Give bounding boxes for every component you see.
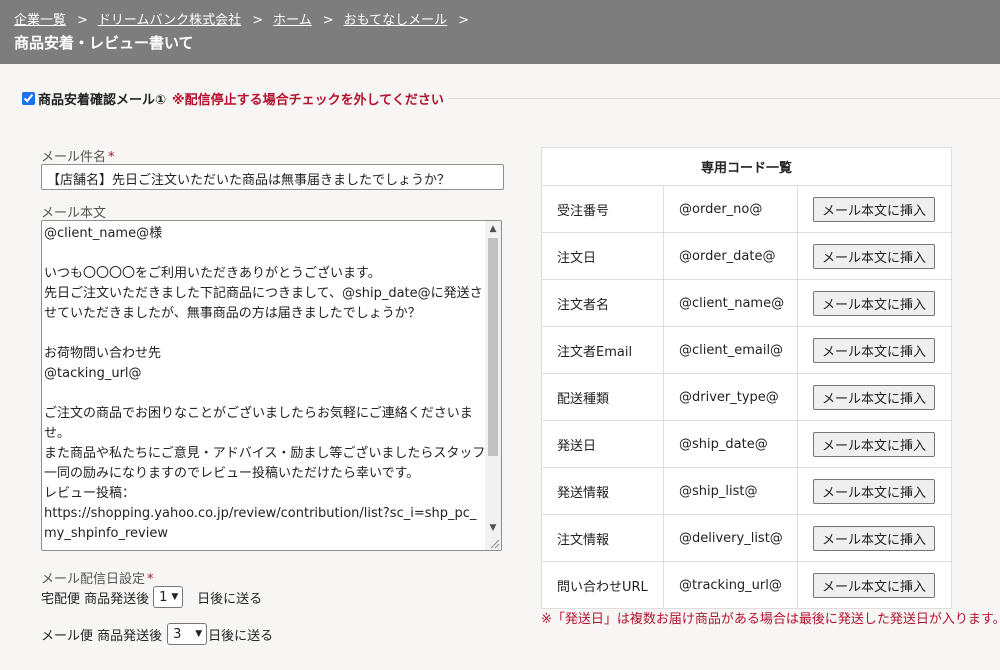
takuhai-suffix: 日後に送る [197,591,263,607]
delivery-label: メール配信日設定 * [41,568,154,587]
subject-input[interactable]: 【店舗名】先日ご注文いただいた商品は無事届きましたでしょうか？ [41,164,504,190]
code-value: @driver_type@ [663,373,798,421]
takuhai-delivery-row: 宅配便 商品発送後 1 ▼ 日後に送る [41,586,262,608]
code-value: @ship_date@ [663,420,798,468]
required-mark: * [108,150,115,165]
breadcrumb-separator: > [252,13,264,28]
code-insert-cell: メール本文に挿入 [797,279,952,327]
code-insert-cell: メール本文に挿入 [797,561,952,609]
code-value: @delivery_list@ [663,514,798,562]
table-row: 配送種類 @driver_type@ メール本文に挿入 [541,373,952,421]
code-name: 問い合わせURL [541,561,664,609]
body-textarea[interactable]: @client_name@様 いつも〇〇〇〇をご利用いただきありがとうございます… [41,220,502,551]
table-row: 注文情報 @delivery_list@ メール本文に挿入 [541,514,952,562]
code-name: 受注番号 [541,185,664,233]
insert-into-body-button[interactable]: メール本文に挿入 [813,337,935,363]
table-row: 問い合わせURL @tracking_url@ メール本文に挿入 [541,561,952,609]
code-name: 発送日 [541,420,664,468]
code-value: @tracking_url@ [663,561,798,609]
page-title: 商品安着・レビュー書いて [14,34,194,52]
breadcrumb-link-home[interactable]: ホーム [273,13,312,28]
insert-into-body-button[interactable]: メール本文に挿入 [813,290,935,316]
resize-grip-icon[interactable] [488,537,500,549]
delivery-label-text: メール配信日設定 [41,572,146,587]
code-table-body: 受注番号 @order_no@ メール本文に挿入 注文日 @order_date@ メール… [541,185,952,609]
code-table-header: 専用コード一覧 [541,147,952,186]
scroll-down-arrow-icon[interactable]: ▼ [485,520,501,536]
insert-into-body-button[interactable]: メール本文に挿入 [813,384,935,410]
code-table: 専用コード一覧 受注番号 @order_no@ メール本文に挿入 注文日 @order_… [541,147,952,609]
ship-date-note: ※「発送日」は複数お届け商品がある場合は最後に発送した発送日が入ります。 [541,612,1000,627]
scroll-up-arrow-icon[interactable]: ▲ [485,221,501,237]
code-name: 注文者名 [541,279,664,327]
takuhai-days-value: 1 [159,589,168,605]
insert-into-body-button[interactable]: メール本文に挿入 [813,243,935,269]
mail-enable-row: 商品安着確認メール① ※配信停止する場合チェックを外してください [20,89,444,108]
code-name: 注文者Email [541,326,664,374]
breadcrumb-separator: > [77,13,88,28]
top-header: 企業一覧 > ドリームバンク株式会社 > ホーム > おもてなしメール > 商品安着・レビュー… [0,0,1000,64]
code-table-header-row: 専用コード一覧 [541,147,952,186]
breadcrumb-separator: > [458,13,470,28]
table-row: 注文日 @order_date@ メール本文に挿入 [541,232,952,280]
insert-into-body-button[interactable]: メール本文に挿入 [813,572,935,598]
table-row: 注文者Email @client_email@ メール本文に挿入 [541,326,952,374]
insert-into-body-button[interactable]: メール本文に挿入 [813,431,935,457]
code-value: @client_email@ [663,326,798,374]
mailbin-prefix: メール便 商品発送後 [41,628,163,644]
code-name: 注文情報 [541,514,664,562]
mailbin-delivery-row: メール便 商品発送後 3 ▼ 日後に送る [41,623,273,645]
section-divider [448,98,1000,99]
table-row: 注文者名 @client_name@ メール本文に挿入 [541,279,952,327]
takuhai-prefix: 宅配便 商品発送後 [41,591,150,607]
mailbin-suffix: 日後に送る [208,628,274,644]
code-insert-cell: メール本文に挿入 [797,420,952,468]
chevron-down-icon: ▼ [171,592,179,602]
table-row: 受注番号 @order_no@ メール本文に挿入 [541,185,952,233]
mail-enabled-checkbox[interactable] [22,91,35,105]
insert-into-body-button[interactable]: メール本文に挿入 [813,196,935,222]
code-insert-cell: メール本文に挿入 [797,185,952,233]
stop-delivery-warning: ※配信停止する場合チェックを外してください [172,92,444,108]
table-row: 発送情報 @ship_list@ メール本文に挿入 [541,467,952,515]
chevron-down-icon: ▼ [195,629,203,639]
body-label: メール本文 [41,206,107,221]
breadcrumb: 企業一覧 > ドリームバンク株式会社 > ホーム > おもてなしメール > [14,9,479,28]
mail-enabled-label[interactable]: 商品安着確認メール① [38,89,166,108]
code-value: @order_date@ [663,232,798,280]
scrollbar-thumb[interactable] [488,238,498,456]
code-insert-cell: メール本文に挿入 [797,373,952,421]
insert-into-body-button[interactable]: メール本文に挿入 [813,525,935,551]
code-name: 発送情報 [541,467,664,515]
code-insert-cell: メール本文に挿入 [797,232,952,280]
insert-into-body-button[interactable]: メール本文に挿入 [813,478,935,504]
mailbin-days-value: 3 [173,626,182,642]
table-row: 発送日 @ship_date@ メール本文に挿入 [541,420,952,468]
code-value: @client_name@ [663,279,798,327]
body-scrollbar[interactable]: ▲ ▼ [485,221,501,550]
breadcrumb-separator: > [322,13,334,28]
subject-label-text: メール件名 [41,150,107,165]
code-insert-cell: メール本文に挿入 [797,467,952,515]
code-insert-cell: メール本文に挿入 [797,514,952,562]
mailbin-days-select[interactable]: 3 ▼ [167,623,208,645]
code-value: @ship_list@ [663,467,798,515]
code-insert-cell: メール本文に挿入 [797,326,952,374]
code-name: 注文日 [541,232,664,280]
breadcrumb-link-company[interactable]: ドリームバンク株式会社 [98,13,241,28]
required-mark: * [147,572,154,587]
subject-label: メール件名 * [41,146,115,165]
breadcrumb-link-companies[interactable]: 企業一覧 [14,13,66,28]
code-value: @order_no@ [663,185,798,233]
code-name: 配送種類 [541,373,664,421]
breadcrumb-link-omotenashi-mail[interactable]: おもてなしメール [344,13,447,28]
body-text[interactable]: @client_name@様 いつも〇〇〇〇をご利用いただきありがとうございます… [44,224,486,544]
takuhai-days-select[interactable]: 1 ▼ [153,586,184,608]
